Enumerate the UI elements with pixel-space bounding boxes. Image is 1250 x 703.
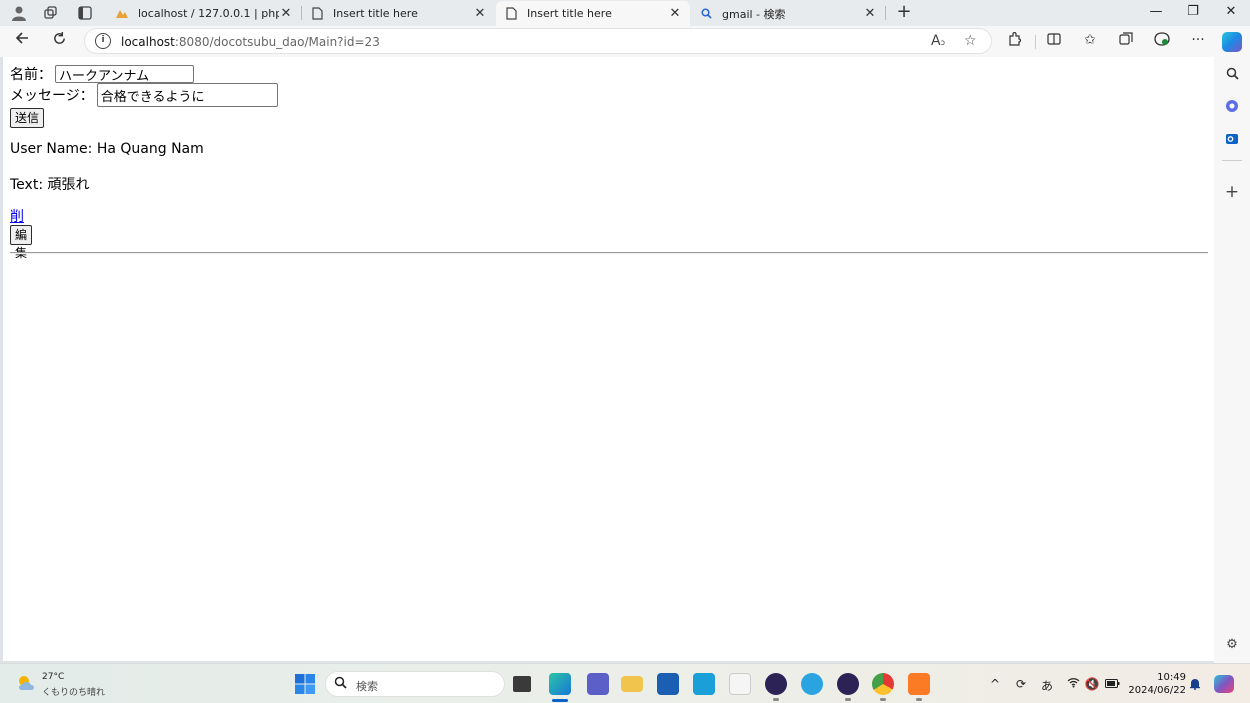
workspaces-icon[interactable] [40, 3, 62, 23]
back-icon[interactable] [10, 30, 34, 52]
browser-essentials-icon[interactable] [1152, 32, 1172, 50]
amazon-icon[interactable] [729, 673, 751, 695]
weather-temp: 27°C [42, 672, 65, 682]
minimize-icon[interactable]: — [1137, 0, 1175, 26]
battery-icon[interactable] [1104, 677, 1120, 691]
clock-time: 10:49 [1157, 672, 1186, 683]
window-close-icon[interactable]: ✕ [1212, 0, 1250, 26]
eclipse-ide-icon[interactable] [837, 673, 859, 695]
tab-strip: localhost / 127.0.0.1 | phpMyAdmin ✕ Ins… [0, 0, 1250, 26]
refresh-icon[interactable] [47, 30, 71, 52]
sidebar-divider [1222, 160, 1242, 161]
close-icon[interactable]: ✕ [668, 6, 682, 21]
name-input[interactable] [55, 65, 194, 83]
store-icon[interactable] [657, 673, 679, 695]
active-app-indicator [552, 699, 568, 702]
phpmyadmin-icon [115, 7, 129, 21]
start-icon[interactable] [294, 673, 316, 695]
notification-bell-icon[interactable] [1187, 677, 1203, 693]
message-input[interactable] [96, 83, 278, 107]
chrome-icon[interactable] [872, 673, 894, 695]
edge-sidebar: + ⚙ [1214, 57, 1250, 663]
page-viewport: 名前： メッセージ： 送信 User Name: Ha Quang Nam Te… [3, 57, 1214, 661]
show-hidden-icons-icon[interactable]: ^ [987, 677, 1003, 691]
split-screen-icon[interactable] [1044, 32, 1064, 50]
tab-title: Insert title here [333, 7, 418, 20]
read-aloud-icon[interactable]: Aↄ [931, 33, 945, 49]
edge-taskbar-icon[interactable] [549, 673, 571, 695]
eclipse-icon[interactable] [765, 673, 787, 695]
message-row: メッセージ： [10, 83, 278, 107]
favorites-icon[interactable]: ✩ [1080, 32, 1100, 48]
tab-title: localhost / 127.0.0.1 | phpMyAdmin [138, 7, 279, 20]
running-indicator [916, 698, 922, 701]
volume-muted-icon[interactable]: 🔇 [1084, 677, 1100, 691]
edit-button[interactable]: 編集 [10, 225, 33, 260]
name-label: 名前： [10, 67, 52, 83]
copilot-icon[interactable] [1222, 32, 1242, 52]
running-indicator [845, 698, 851, 701]
submit-button[interactable]: 送信 [10, 108, 45, 128]
wifi-icon[interactable] [1065, 677, 1081, 691]
running-indicator [880, 698, 886, 701]
tab-divider [885, 6, 886, 20]
page-icon [504, 7, 518, 21]
site-info-icon[interactable]: i [95, 33, 111, 49]
post-divider [10, 252, 1208, 254]
tab-phpmyadmin[interactable]: localhost / 127.0.0.1 | phpMyAdmin ✕ [107, 1, 301, 26]
weather-condition: くもりのち晴れ [42, 688, 106, 698]
tab-gmail-search[interactable]: gmail - 検索 ✕ [691, 1, 885, 26]
ime-indicator[interactable]: あ [1039, 677, 1055, 694]
profile-icon[interactable] [8, 3, 30, 23]
mysql-icon[interactable] [693, 673, 715, 695]
partly-cloudy-icon [16, 674, 36, 690]
message-label: メッセージ： [10, 88, 94, 104]
tab-title: gmail - 検索 [722, 7, 786, 21]
clock-date: 2024/06/22 [1128, 685, 1186, 696]
toolbar-divider [1035, 35, 1036, 49]
sidebar-search-icon[interactable] [1223, 67, 1241, 85]
weather-widget[interactable]: 27°C くもりのち晴れ [14, 670, 124, 698]
page-icon [310, 7, 324, 21]
outlook-icon[interactable] [1223, 132, 1241, 150]
search-icon [699, 7, 713, 21]
post-user-name: User Name: Ha Quang Nam [10, 141, 204, 157]
sync-icon[interactable]: ⟳ [1013, 677, 1029, 691]
taskbar-search[interactable]: 検索 [325, 671, 505, 697]
new-tab-icon[interactable]: + [894, 2, 914, 24]
sidebar-tools-icon[interactable] [1223, 99, 1241, 117]
submit-row: 送信 [10, 108, 45, 128]
close-icon[interactable]: ✕ [279, 6, 293, 21]
address-bar[interactable]: i localhost:8080/docotsubu_dao/Main?id=2… [84, 28, 992, 54]
tab-actions-icon[interactable] [74, 3, 96, 23]
windows-taskbar: 27°C くもりのち晴れ 検索 ^ ⟳ あ 🔇 10:49 2024/06/22 [0, 663, 1250, 703]
system-clock[interactable]: 10:49 2024/06/22 [1126, 671, 1186, 697]
close-icon[interactable]: ✕ [473, 6, 487, 21]
collections-icon[interactable] [1116, 32, 1136, 50]
search-placeholder: 検索 [356, 680, 378, 693]
xampp-icon[interactable] [908, 673, 930, 695]
name-row: 名前： [10, 64, 194, 84]
post-text: Text: 頑張れ [10, 177, 90, 193]
task-view-icon[interactable] [513, 676, 531, 692]
search-icon [334, 676, 347, 693]
running-indicator [773, 698, 779, 701]
teams-icon[interactable] [587, 673, 609, 695]
browser-toolbar: i localhost:8080/docotsubu_dao/Main?id=2… [0, 26, 1250, 57]
close-icon[interactable]: ✕ [863, 6, 877, 21]
extensions-icon[interactable] [1005, 31, 1025, 50]
favorite-star-icon[interactable]: ☆ [964, 33, 977, 49]
url-text[interactable]: localhost:8080/docotsubu_dao/Main?id=23 [121, 35, 380, 49]
tab-insert-title-1[interactable]: Insert title here ✕ [302, 1, 495, 26]
tab-title: Insert title here [527, 7, 612, 20]
tab-insert-title-2[interactable]: Insert title here ✕ [496, 1, 690, 26]
file-explorer-icon[interactable] [621, 676, 643, 692]
add-sidebar-app-icon[interactable]: + [1223, 184, 1241, 202]
more-menu-icon[interactable]: ··· [1188, 32, 1208, 48]
copilot-taskbar-icon[interactable] [1214, 675, 1234, 693]
restore-icon[interactable]: ❐ [1174, 0, 1212, 26]
sidebar-settings-icon[interactable]: ⚙ [1223, 637, 1241, 655]
edge-beta-icon[interactable] [801, 673, 823, 695]
